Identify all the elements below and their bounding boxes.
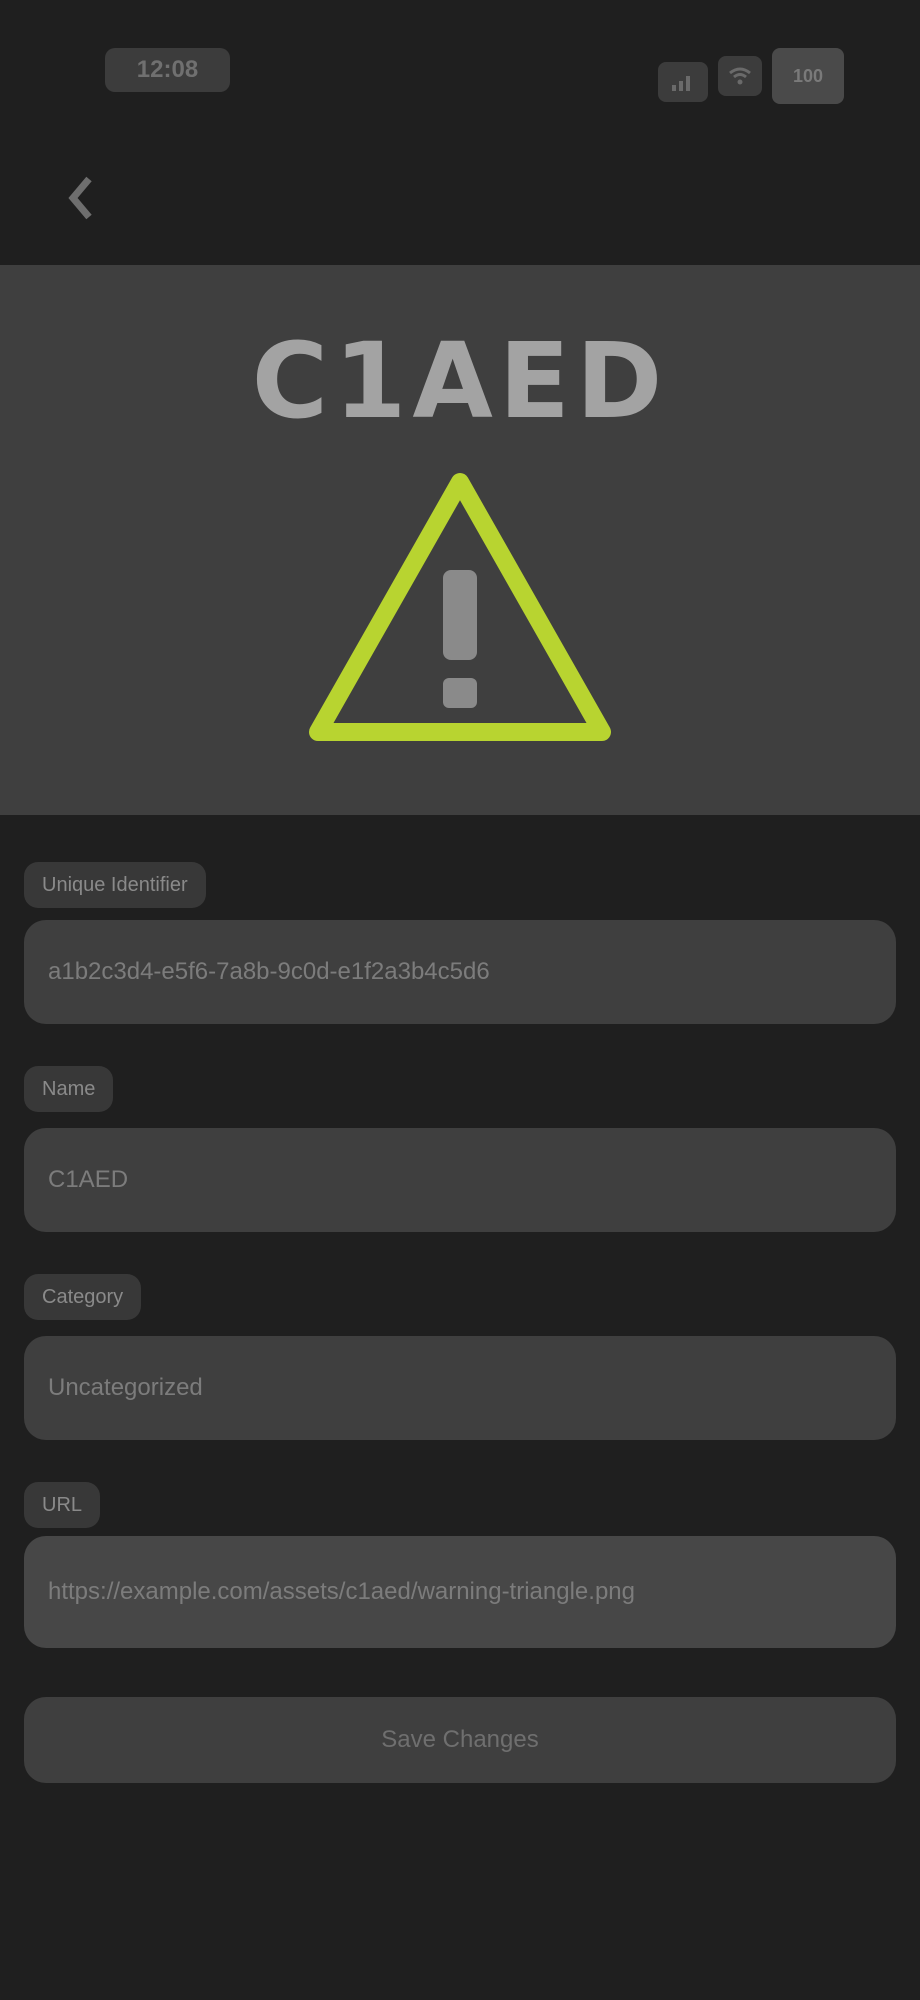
identifier-value: a1b2c3d4-e5f6-7a8b-9c0d-e1f2a3b4c5d6 [48, 958, 490, 985]
name-field[interactable]: C1AED [24, 1128, 896, 1232]
status-time: 12:08 [105, 48, 230, 92]
wifi-icon [718, 56, 762, 96]
app-bar [0, 130, 920, 265]
battery-icon: 100 [772, 48, 844, 104]
field-label-category: Category [24, 1274, 142, 1320]
warning-triangle-icon [309, 473, 611, 741]
asset-title: C1AED [251, 320, 669, 442]
back-arrow-icon [68, 176, 92, 220]
name-value: C1AED [48, 1166, 129, 1193]
url-value: https://example.com/assets/c1aed/warning… [48, 1578, 635, 1605]
field-label-name: Name [24, 1066, 114, 1112]
category-value: Uncategorized [48, 1374, 203, 1401]
status-bar: 12:08 100 [0, 0, 920, 130]
url-field[interactable]: https://example.com/assets/c1aed/warning… [24, 1536, 896, 1648]
hero-section: C1AED [0, 265, 920, 815]
field-label-url: URL [24, 1482, 101, 1528]
signal-icon [658, 62, 708, 102]
save-button[interactable]: Save Changes [24, 1697, 896, 1783]
identifier-field[interactable]: a1b2c3d4-e5f6-7a8b-9c0d-e1f2a3b4c5d6 [24, 920, 896, 1024]
back-button[interactable] [60, 168, 100, 228]
field-label-identifier: Unique Identifier [24, 862, 206, 908]
detail-screen: 12:08 100 C1AED Unique Identifier a1b2c3… [0, 0, 920, 2000]
category-field[interactable]: Uncategorized [24, 1336, 896, 1440]
status-icons: 100 [658, 48, 844, 104]
battery-level: 100 [792, 65, 824, 86]
